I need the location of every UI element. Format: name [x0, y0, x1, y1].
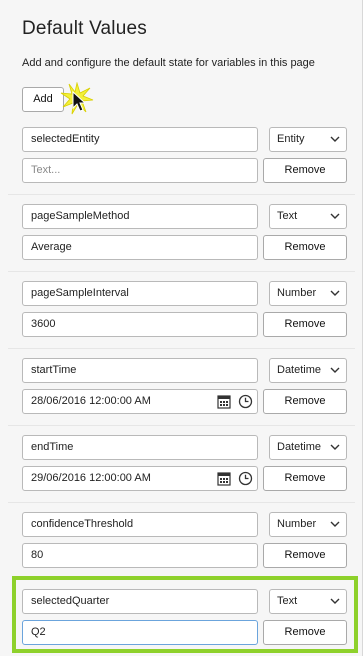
- divider: [8, 425, 355, 426]
- add-button[interactable]: Add: [22, 87, 64, 112]
- remove-button[interactable]: Remove: [263, 235, 347, 260]
- chevron-down-icon: [330, 444, 340, 450]
- remove-button[interactable]: Remove: [263, 543, 347, 568]
- mouse-cursor-icon: [60, 82, 94, 115]
- variable-type-select[interactable]: Datetime: [269, 435, 347, 460]
- variable-name-input[interactable]: pageSampleInterval: [22, 281, 258, 306]
- divider: [8, 502, 355, 503]
- datetime-value-input[interactable]: 29/06/2016 12:00:00 AM: [22, 466, 258, 491]
- variable-name-input[interactable]: pageSampleMethod: [22, 204, 258, 229]
- remove-button[interactable]: Remove: [263, 158, 347, 183]
- chevron-down-icon: [330, 213, 340, 219]
- variable-value-input[interactable]: 3600: [22, 312, 258, 337]
- variable-value-input[interactable]: Text...: [22, 158, 258, 183]
- divider: [8, 194, 355, 195]
- divider: [8, 271, 355, 272]
- variable-type-select[interactable]: Entity: [269, 127, 347, 152]
- variable-type-select[interactable]: Number: [269, 281, 347, 306]
- variable-type-select[interactable]: Datetime: [269, 358, 347, 383]
- variable-type-select[interactable]: Text: [269, 204, 347, 229]
- chevron-down-icon: [330, 598, 340, 604]
- variable-value-input[interactable]: Average: [22, 235, 258, 260]
- variable-name-input[interactable]: endTime: [22, 435, 258, 460]
- default-values-panel: Default Values Add and configure the def…: [0, 0, 363, 656]
- calendar-icon[interactable]: [217, 394, 231, 409]
- chevron-down-icon: [330, 521, 340, 527]
- clock-icon[interactable]: [238, 471, 253, 486]
- clock-icon[interactable]: [238, 394, 253, 409]
- variable-name-input[interactable]: selectedQuarter: [22, 589, 258, 614]
- datetime-value-input[interactable]: 28/06/2016 12:00:00 AM: [22, 389, 258, 414]
- chevron-down-icon: [330, 367, 340, 373]
- page-subtitle: Add and configure the default state for …: [22, 57, 315, 69]
- remove-button[interactable]: Remove: [263, 466, 347, 491]
- variable-name-input[interactable]: selectedEntity: [22, 127, 258, 152]
- variable-type-select[interactable]: Text: [269, 589, 347, 614]
- chevron-down-icon: [330, 290, 340, 296]
- page-title: Default Values: [22, 18, 147, 39]
- variable-value-input[interactable]: Q2: [22, 620, 258, 645]
- variable-value-input[interactable]: 80: [22, 543, 258, 568]
- remove-button[interactable]: Remove: [263, 312, 347, 337]
- calendar-icon[interactable]: [217, 471, 231, 486]
- chevron-down-icon: [330, 136, 340, 142]
- remove-button[interactable]: Remove: [263, 389, 347, 414]
- remove-button[interactable]: Remove: [263, 620, 347, 645]
- variable-name-input[interactable]: startTime: [22, 358, 258, 383]
- variable-type-select[interactable]: Number: [269, 512, 347, 537]
- variable-name-input[interactable]: confidenceThreshold: [22, 512, 258, 537]
- divider: [8, 348, 355, 349]
